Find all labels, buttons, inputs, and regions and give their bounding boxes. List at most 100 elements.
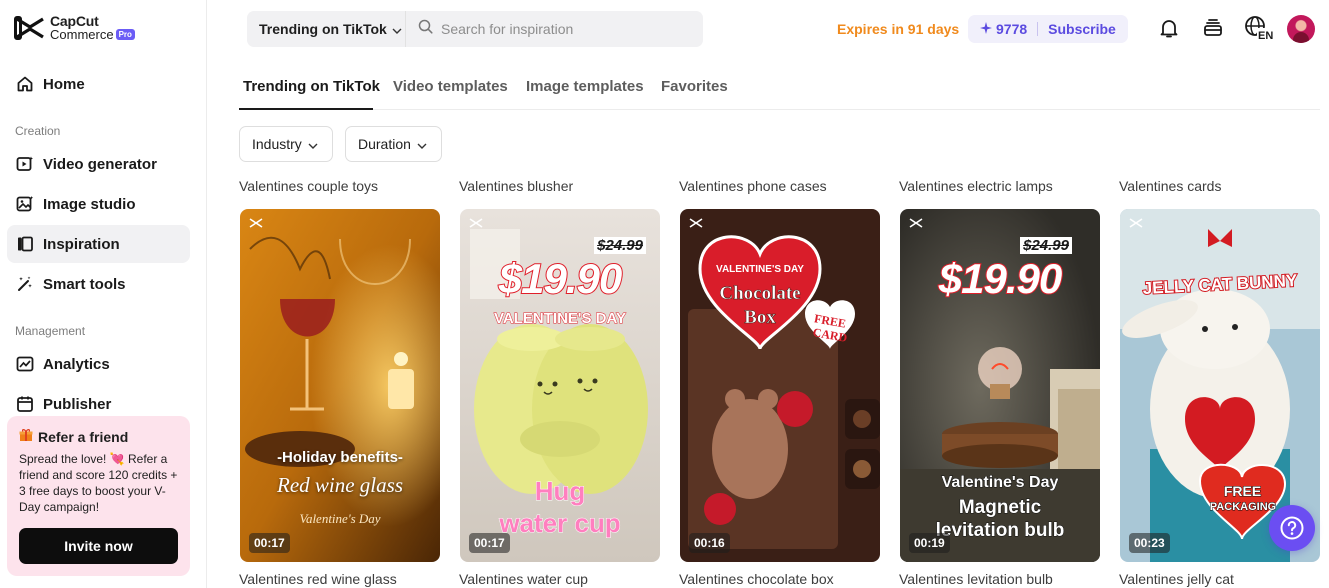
chevron-down-icon bbox=[392, 21, 402, 37]
sidebar-item-analytics[interactable]: Analytics bbox=[7, 345, 190, 383]
tab-trending-on-tiktok[interactable]: Trending on TikTok bbox=[243, 78, 380, 95]
duration-badge: 00:17 bbox=[249, 533, 290, 553]
video-thumbnail bbox=[240, 209, 440, 562]
refer-title: Refer a friend bbox=[38, 428, 129, 445]
sidebar-item-label: Image studio bbox=[43, 195, 136, 213]
card-title: Valentines electric lamps bbox=[899, 178, 1053, 194]
language-code: EN bbox=[1258, 30, 1273, 41]
sidebar-item-inspiration[interactable]: Inspiration bbox=[7, 225, 190, 263]
tab-image-templates[interactable]: Image templates bbox=[526, 78, 644, 95]
gift-icon bbox=[19, 428, 33, 445]
source-dropdown[interactable]: Trending on TikTok bbox=[247, 11, 405, 47]
pro-badge: Pro bbox=[115, 29, 135, 40]
video-card-chocolate-box[interactable]: VALENTINE'S DAY Chocolate Box FREE CARD … bbox=[680, 209, 880, 562]
capcut-watermark-icon bbox=[689, 218, 703, 228]
inspiration-icon bbox=[16, 235, 34, 253]
content-tabs: Trending on TikTok Video templates Image… bbox=[239, 66, 1320, 110]
duration-badge: 00:16 bbox=[689, 533, 730, 553]
search-input[interactable] bbox=[441, 21, 681, 37]
sidebar-item-smart-tools[interactable]: Smart tools bbox=[7, 265, 190, 303]
overlay-text: Chocolate bbox=[719, 283, 801, 305]
overlay-text: Red wine glass bbox=[277, 473, 403, 497]
storage-icon[interactable] bbox=[1201, 16, 1225, 40]
active-tab-indicator bbox=[239, 108, 373, 110]
video-card-red-wine-glass[interactable]: -Holiday benefits- Red wine glass Valent… bbox=[240, 209, 440, 562]
industry-filter-dropdown[interactable]: Industry bbox=[239, 126, 333, 162]
duration-filter-dropdown[interactable]: Duration bbox=[345, 126, 442, 162]
card-title: Valentines blusher bbox=[459, 178, 574, 194]
search-icon bbox=[418, 19, 433, 39]
card-caption: Valentines red wine glass bbox=[239, 571, 397, 587]
card-caption: Valentines jelly cat bbox=[1119, 571, 1234, 587]
card-caption: Valentines levitation bulb bbox=[899, 571, 1053, 587]
tab-favorites[interactable]: Favorites bbox=[661, 78, 728, 95]
sidebar-item-label: Publisher bbox=[43, 395, 112, 413]
chevron-down-icon bbox=[417, 136, 427, 152]
app-root: CapCut Commerce Pro Home Creation Video g… bbox=[0, 0, 1329, 588]
overlay-text: VALENTINE'S DAY bbox=[494, 310, 627, 328]
sidebar-item-label: Smart tools bbox=[43, 275, 126, 293]
user-avatar[interactable] bbox=[1287, 15, 1315, 43]
tab-video-templates[interactable]: Video templates bbox=[393, 78, 508, 95]
duration-badge: 00:23 bbox=[1129, 533, 1170, 553]
sidebar-item-label: Analytics bbox=[43, 355, 110, 373]
analytics-icon bbox=[16, 355, 34, 373]
home-icon bbox=[16, 75, 34, 93]
filter-label: Industry bbox=[252, 136, 302, 152]
credits-count: 9778 bbox=[996, 21, 1028, 37]
sparkle-icon bbox=[980, 21, 992, 37]
overlay-text: FREE bbox=[1223, 483, 1262, 500]
video-card-levitation-bulb[interactable]: $24.99 $19.90 Valentine's Day Magnetic l… bbox=[900, 209, 1100, 562]
capcut-watermark-icon bbox=[469, 218, 483, 228]
card-title: Valentines phone cases bbox=[679, 178, 827, 194]
video-generator-icon bbox=[16, 155, 34, 173]
capcut-watermark-icon bbox=[249, 218, 263, 228]
help-button[interactable] bbox=[1269, 505, 1315, 551]
notifications-bell-icon[interactable] bbox=[1157, 16, 1181, 40]
overlay-text: Valentine's Day bbox=[299, 511, 381, 526]
card-caption: Valentines water cup bbox=[459, 571, 588, 587]
video-card-water-cup[interactable]: $24.99 $19.90 VALENTINE'S DAY Hug water … bbox=[460, 209, 660, 562]
brand-subname: Commerce bbox=[50, 27, 114, 42]
capcut-watermark-icon bbox=[1129, 218, 1143, 228]
duration-badge: 00:19 bbox=[909, 533, 950, 553]
help-question-icon bbox=[1280, 516, 1304, 540]
overlay-text: $24.99 bbox=[594, 237, 646, 254]
refer-description: Spread the love! 💘 Refer a friend and sc… bbox=[19, 452, 178, 514]
sidebar-item-label: Video generator bbox=[43, 155, 157, 173]
source-dropdown-value: Trending on TikTok bbox=[259, 21, 387, 37]
capcut-watermark-icon bbox=[909, 218, 923, 228]
overlay-text: Hug bbox=[534, 476, 586, 506]
sidebar-item-home[interactable]: Home bbox=[7, 65, 190, 103]
credits-pill: 9778 Subscribe bbox=[968, 15, 1128, 43]
language-globe-icon[interactable]: EN bbox=[1244, 16, 1276, 41]
overlay-text: VALENTINE'S DAY bbox=[716, 264, 804, 275]
brand-logo[interactable]: CapCut Commerce Pro bbox=[14, 14, 135, 42]
overlay-text: $24.99 bbox=[1020, 237, 1072, 254]
invite-now-button[interactable]: Invite now bbox=[19, 528, 178, 564]
section-label-creation: Creation bbox=[15, 124, 61, 138]
card-title: Valentines cards bbox=[1119, 178, 1222, 194]
sidebar-item-label: Inspiration bbox=[43, 235, 120, 253]
overlay-text: $19.90 bbox=[938, 254, 1063, 303]
expiry-notice[interactable]: Expires in 91 days bbox=[837, 21, 959, 37]
section-label-management: Management bbox=[15, 324, 86, 338]
card-title: Valentines couple toys bbox=[239, 178, 379, 194]
overlay-text: -Holiday benefits- bbox=[277, 449, 403, 466]
divider bbox=[1037, 22, 1039, 36]
sidebar-item-label: Home bbox=[43, 75, 85, 93]
subscribe-button[interactable]: Subscribe bbox=[1048, 21, 1116, 37]
filter-label: Duration bbox=[358, 136, 411, 152]
magic-wand-icon bbox=[16, 275, 34, 293]
chevron-down-icon bbox=[308, 136, 318, 152]
overlay-text: Magnetic bbox=[958, 497, 1042, 519]
sidebar: CapCut Commerce Pro Home Creation Video g… bbox=[0, 0, 207, 588]
sidebar-item-image-studio[interactable]: Image studio bbox=[7, 185, 190, 223]
overlay-text: $19.90 bbox=[498, 254, 623, 303]
duration-badge: 00:17 bbox=[469, 533, 510, 553]
search-box bbox=[405, 11, 703, 47]
refer-a-friend-card: Refer a friend Spread the love! 💘 Refer … bbox=[7, 416, 190, 576]
overlay-text: Box bbox=[744, 307, 776, 329]
sidebar-item-video-generator[interactable]: Video generator bbox=[7, 145, 190, 183]
image-studio-icon bbox=[16, 195, 34, 213]
